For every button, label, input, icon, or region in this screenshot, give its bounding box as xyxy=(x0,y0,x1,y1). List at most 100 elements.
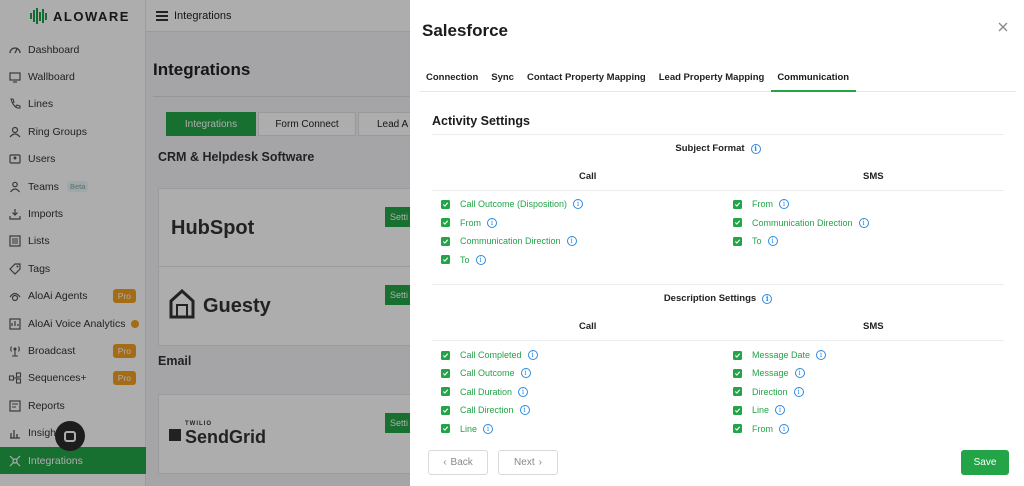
settings-scroll-area[interactable]: Activity Settings Subject Format i Call … xyxy=(420,100,1016,442)
subject-format-heading: Subject Format i xyxy=(432,143,1004,154)
description-settings-heading: Description Settings i xyxy=(432,293,1004,304)
info-icon[interactable]: i xyxy=(779,423,789,434)
checkbox-label: Message Date xyxy=(752,350,811,360)
info-icon[interactable]: i xyxy=(775,405,786,416)
close-icon[interactable] xyxy=(996,20,1010,34)
checkbox-option[interactable]: Line i xyxy=(441,423,494,434)
info-icon[interactable]: i xyxy=(519,405,530,416)
checkbox-option[interactable]: Call Duration i xyxy=(441,386,529,397)
checkbox-checked-icon[interactable] xyxy=(441,424,450,434)
info-icon[interactable]: i xyxy=(518,386,529,397)
salesforce-drawer: Salesforce Connection Sync Contact Prope… xyxy=(410,0,1024,486)
checkbox-option[interactable]: Call Completed i xyxy=(441,350,538,360)
next-button-label: Next xyxy=(514,457,535,468)
checkbox-checked-icon[interactable] xyxy=(441,218,450,228)
checkbox-option[interactable]: Message i xyxy=(733,368,805,379)
checkbox-label: Call Direction xyxy=(460,405,514,416)
checkbox-option[interactable]: Call Outcome i xyxy=(441,368,531,379)
checkbox-checked-icon[interactable] xyxy=(441,255,450,265)
checkbox-checked-icon[interactable] xyxy=(733,405,742,415)
checkbox-checked-icon[interactable] xyxy=(441,350,450,360)
back-button[interactable]: ‹ Back xyxy=(428,450,488,475)
subject-call-header: Call xyxy=(579,171,597,182)
tab-communication[interactable]: Communication xyxy=(771,68,857,92)
checkbox-checked-icon[interactable] xyxy=(441,199,450,209)
back-button-label: Back xyxy=(450,457,473,468)
checkbox-option[interactable]: Direction i xyxy=(733,386,804,397)
subject-format-label: Subject Format xyxy=(675,143,745,154)
checkbox-label: From xyxy=(752,423,773,434)
checkbox-label: Line xyxy=(460,423,478,434)
drawer-title: Salesforce xyxy=(422,21,508,40)
checkbox-label: Message xyxy=(752,368,789,379)
activity-settings-heading: Activity Settings xyxy=(432,114,530,128)
checkbox-label: Direction xyxy=(752,386,788,397)
description-call-header: Call xyxy=(579,321,597,332)
checkbox-checked-icon[interactable] xyxy=(733,387,742,397)
checkbox-label: Call Duration xyxy=(460,386,513,397)
save-button[interactable]: Save xyxy=(961,450,1009,475)
checkbox-option[interactable]: Call Outcome (Disposition) i xyxy=(441,199,584,209)
tab-contact-property-mapping[interactable]: Contact Property Mapping xyxy=(521,68,653,92)
checkbox-label: Communication Direction xyxy=(752,217,853,228)
checkbox-checked-icon[interactable] xyxy=(733,424,742,434)
info-icon[interactable]: i xyxy=(779,199,789,209)
checkbox-checked-icon[interactable] xyxy=(733,199,742,209)
info-icon[interactable]: i xyxy=(750,143,761,154)
checkbox-option[interactable]: Line i xyxy=(733,405,786,416)
info-icon[interactable]: i xyxy=(487,217,497,228)
checkbox-label: Call Completed xyxy=(460,350,522,360)
checkbox-label: From xyxy=(752,199,773,209)
checkbox-checked-icon[interactable] xyxy=(733,368,742,378)
checkbox-option[interactable]: Call Direction i xyxy=(441,405,530,416)
divider xyxy=(432,340,1004,341)
info-icon[interactable]: i xyxy=(573,199,584,209)
checkbox-label: Line xyxy=(752,405,770,416)
info-icon[interactable]: i xyxy=(794,368,805,379)
chevron-left-icon: ‹ xyxy=(443,457,447,468)
checkbox-label: Call Outcome (Disposition) xyxy=(460,199,568,209)
info-icon[interactable]: i xyxy=(475,254,486,265)
info-icon[interactable]: i xyxy=(520,368,531,379)
info-icon[interactable]: i xyxy=(816,350,827,360)
tab-connection[interactable]: Connection xyxy=(420,68,485,92)
checkbox-checked-icon[interactable] xyxy=(733,236,742,246)
checkbox-option[interactable]: To i xyxy=(733,236,778,247)
info-icon[interactable]: i xyxy=(858,217,869,228)
description-sms-header: SMS xyxy=(863,321,884,332)
tab-lead-property-mapping[interactable]: Lead Property Mapping xyxy=(653,68,772,92)
checkbox-checked-icon[interactable] xyxy=(441,236,450,246)
checkbox-checked-icon[interactable] xyxy=(441,405,450,415)
checkbox-checked-icon[interactable] xyxy=(733,218,742,228)
checkbox-option[interactable]: From i xyxy=(733,199,789,209)
info-icon[interactable]: i xyxy=(793,386,804,397)
checkbox-option[interactable]: To i xyxy=(441,254,486,265)
checkbox-option[interactable]: Communication Direction i xyxy=(441,236,577,247)
checkbox-option[interactable]: From i xyxy=(441,217,497,228)
description-settings-label: Description Settings xyxy=(663,293,757,304)
drawer-footer: ‹ Back Next › Save xyxy=(420,448,1016,478)
checkbox-checked-icon[interactable] xyxy=(441,387,450,397)
subject-sms-header: SMS xyxy=(863,171,884,182)
next-button[interactable]: Next › xyxy=(498,450,558,475)
checkbox-label: Communication Direction xyxy=(460,236,561,247)
divider xyxy=(432,134,1004,135)
info-icon[interactable]: i xyxy=(527,350,538,360)
info-icon[interactable]: i xyxy=(762,293,773,304)
checkbox-label: Call Outcome xyxy=(460,368,515,379)
info-icon[interactable]: i xyxy=(767,236,778,247)
checkbox-option[interactable]: From i xyxy=(733,423,789,434)
checkbox-checked-icon[interactable] xyxy=(733,350,742,360)
checkbox-option[interactable]: Communication Direction i xyxy=(733,217,869,228)
checkbox-label: To xyxy=(752,236,762,247)
info-icon[interactable]: i xyxy=(483,423,494,434)
divider xyxy=(432,190,1004,191)
checkbox-checked-icon[interactable] xyxy=(441,368,450,378)
checkbox-label: From xyxy=(460,217,481,228)
drawer-tabs: Connection Sync Contact Property Mapping… xyxy=(420,68,1016,92)
checkbox-option[interactable]: Message Date i xyxy=(733,350,827,360)
info-icon[interactable]: i xyxy=(566,236,577,247)
divider xyxy=(432,284,1004,285)
chevron-right-icon: › xyxy=(538,457,542,468)
tab-sync[interactable]: Sync xyxy=(485,68,521,92)
